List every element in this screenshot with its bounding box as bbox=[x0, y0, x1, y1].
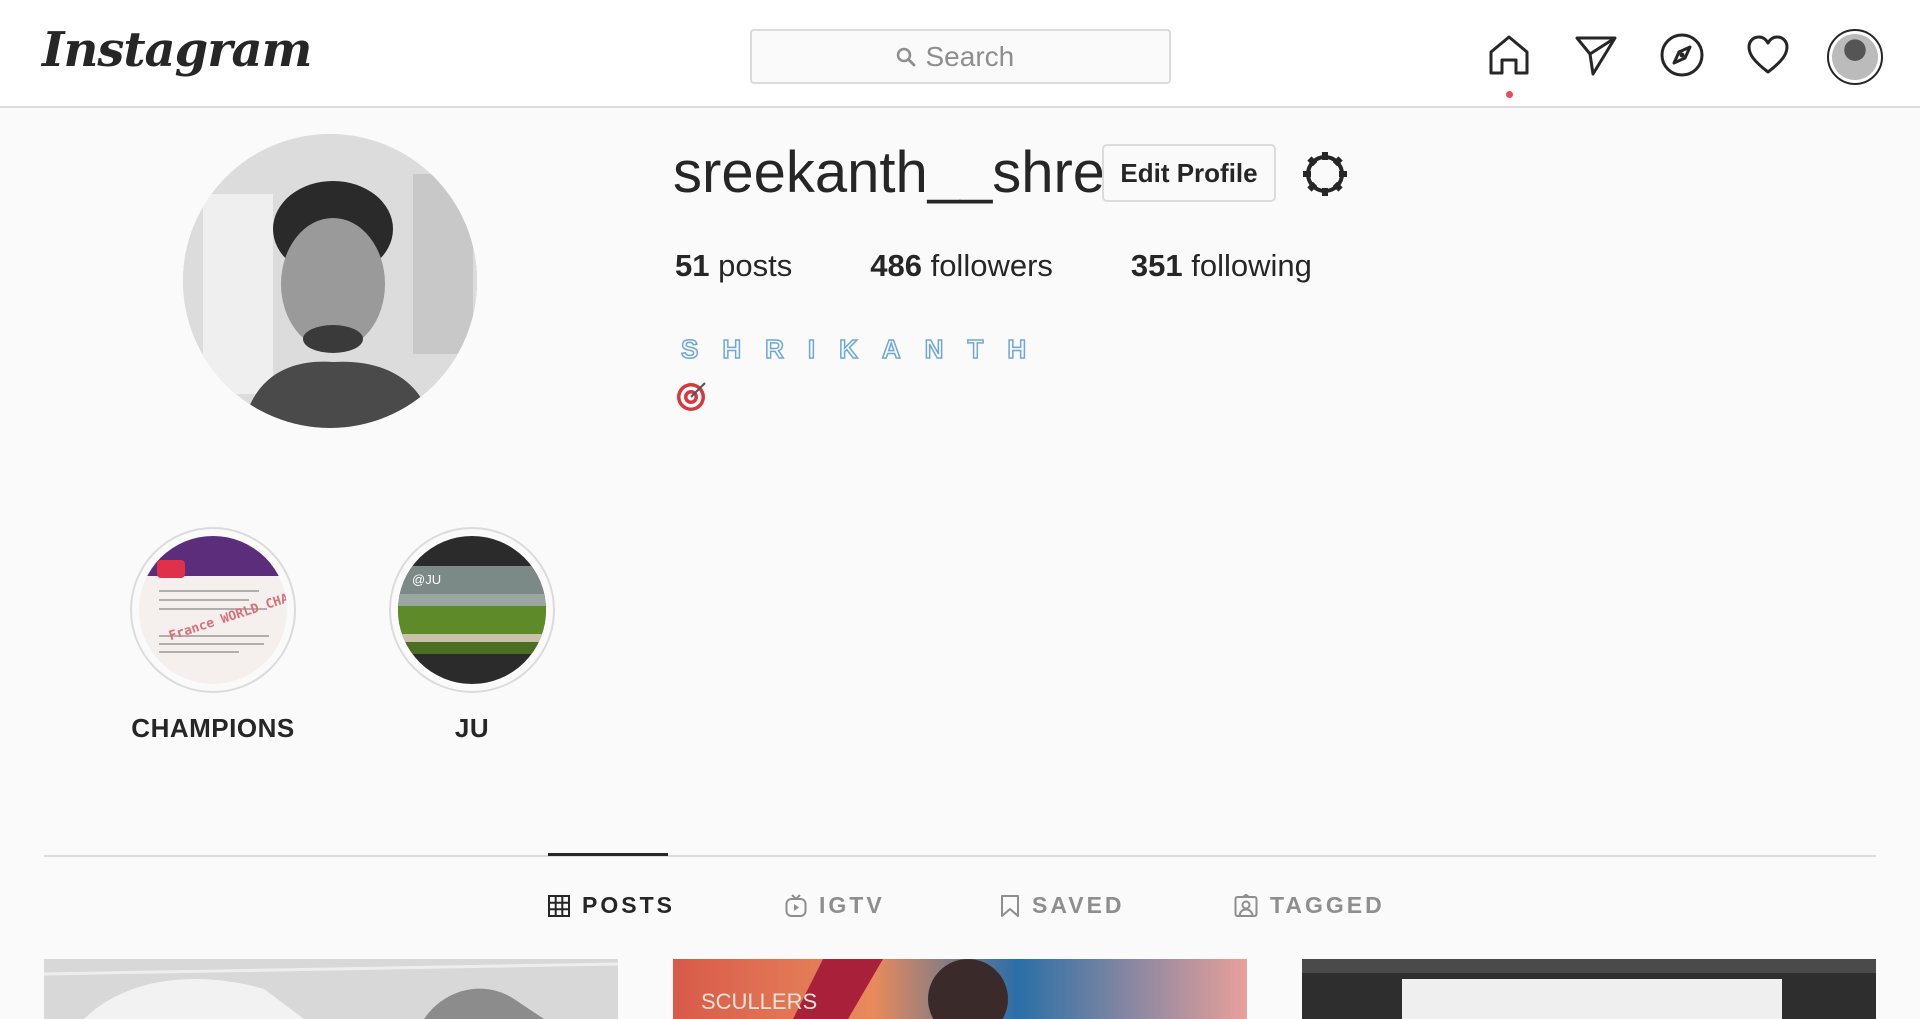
profile-avatar-button[interactable] bbox=[1827, 29, 1883, 85]
tab-tagged[interactable]: TAGGED bbox=[1234, 892, 1385, 919]
following-count-value: 351 bbox=[1130, 248, 1183, 283]
tab-igtv[interactable]: IGTV bbox=[785, 892, 885, 919]
post-thumbnail[interactable] bbox=[44, 959, 618, 1019]
direct-message-icon[interactable] bbox=[1573, 32, 1619, 78]
top-navigation-bar: Instagram bbox=[0, 0, 1920, 108]
tagged-person-icon bbox=[1234, 893, 1258, 917]
tab-saved[interactable]: SAVED bbox=[1000, 892, 1125, 919]
bookmark-icon bbox=[1001, 894, 1019, 917]
tab-tagged-label: TAGGED bbox=[1270, 892, 1385, 918]
settings-gear-icon[interactable] bbox=[1301, 150, 1349, 198]
highlight-thumbnail: @JU bbox=[398, 536, 546, 684]
highlight-ju[interactable]: @JU JU bbox=[389, 527, 555, 744]
highlight-thumbnail: France WORLD CHAMPIONS bbox=[139, 536, 287, 684]
search-input[interactable] bbox=[925, 40, 1026, 73]
instagram-logo[interactable]: Instagram bbox=[42, 22, 312, 78]
highlight-ring: France WORLD CHAMPIONS bbox=[130, 527, 296, 693]
notification-dot bbox=[1506, 91, 1513, 98]
highlight-ring: @JU bbox=[389, 527, 555, 693]
post-thumbnail[interactable] bbox=[1302, 959, 1876, 1019]
tab-saved-label: SAVED bbox=[1032, 892, 1125, 918]
post-overlay-text: SCULLERS bbox=[701, 989, 817, 1014]
edit-profile-button[interactable]: Edit Profile bbox=[1102, 144, 1276, 202]
followers-link[interactable]: 486 followers bbox=[870, 248, 1053, 284]
post-thumbnail[interactable]: SCULLERS bbox=[673, 959, 1247, 1019]
posts-count: 51 posts bbox=[675, 248, 792, 284]
search-icon bbox=[896, 47, 915, 66]
highlight-label: JU bbox=[454, 713, 490, 743]
profile-picture[interactable] bbox=[183, 134, 477, 428]
grid-icon bbox=[548, 894, 570, 917]
tab-posts[interactable]: POSTS bbox=[548, 892, 675, 919]
profile-stats: 51 posts 486 followers 351 following bbox=[675, 248, 1312, 284]
search-box[interactable] bbox=[750, 29, 1171, 84]
active-tab-indicator bbox=[548, 853, 668, 856]
avatar bbox=[1832, 34, 1878, 80]
activity-heart-icon[interactable] bbox=[1745, 32, 1791, 78]
followers-count-value: 486 bbox=[870, 248, 922, 283]
tabs-divider bbox=[44, 855, 1876, 857]
explore-icon[interactable] bbox=[1659, 32, 1705, 78]
following-label: following bbox=[1191, 248, 1312, 283]
following-link[interactable]: 351 following bbox=[1131, 248, 1312, 284]
igtv-icon bbox=[785, 893, 807, 917]
followers-label: followers bbox=[930, 248, 1053, 283]
posts-count-value: 51 bbox=[675, 248, 710, 283]
highlight-thumbnail-text: @JU bbox=[412, 572, 441, 587]
bio-name: SHRIKANTH bbox=[680, 333, 1051, 365]
target-icon bbox=[676, 380, 708, 412]
home-icon[interactable] bbox=[1486, 32, 1532, 78]
highlight-label: CHAMPIONS bbox=[131, 713, 295, 743]
tab-posts-label: POSTS bbox=[582, 892, 675, 918]
highlight-champions[interactable]: France WORLD CHAMPIONS CHAMPIONS bbox=[130, 527, 296, 744]
posts-count-label: posts bbox=[718, 248, 793, 283]
tab-igtv-label: IGTV bbox=[819, 892, 885, 918]
profile-username: sreekanth__shre bbox=[673, 140, 1106, 205]
